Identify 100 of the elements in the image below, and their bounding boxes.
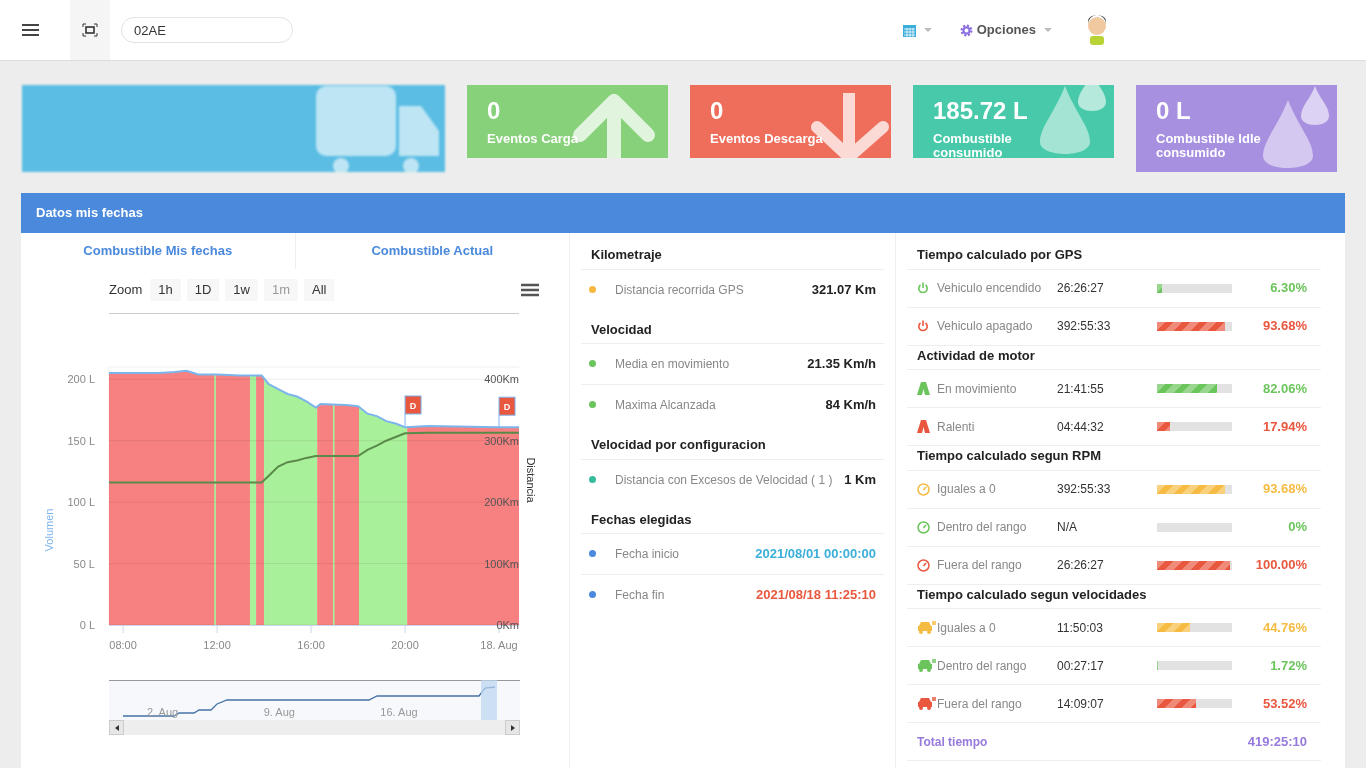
annotation: D — [409, 400, 417, 411]
menu-icon — [21, 24, 39, 36]
caret-right-icon — [510, 724, 515, 731]
tab[interactable]: Combustible Actual — [295, 233, 569, 269]
options-dropdown[interactable]: Opciones — [959, 20, 1052, 40]
y-axis-label: 200Km — [484, 496, 519, 509]
percent-value: 0% — [1287, 518, 1307, 537]
stat-label: Eventos Descarga — [710, 132, 824, 146]
percent-value: 93.68% — [1261, 317, 1307, 336]
percent-value: 6.30% — [1269, 279, 1307, 298]
zoom-label: Zoom — [109, 281, 143, 300]
y-axis-label: 100 L — [67, 496, 95, 509]
y-axis-label: 0Km — [496, 619, 519, 631]
stat-value: 2021/08/01 00:00:00 — [755, 545, 876, 563]
x-axis-label: 16:00 — [297, 639, 325, 651]
stat-label: Fecha inicio — [615, 546, 681, 563]
car-icon — [917, 659, 936, 672]
stat-label: Distancia con Excesos de Velocidad ( 1 ) — [615, 471, 834, 489]
time-value: 21:41:55 — [1057, 380, 1105, 398]
total-label: Total tiempo — [917, 733, 989, 751]
time-value: 392:55:33 — [1057, 318, 1112, 335]
road-icon — [917, 420, 930, 433]
stat-label: Combustible Idle consumido — [1156, 132, 1262, 160]
time-value: 04:44:32 — [1057, 418, 1105, 436]
time-label: Dentro del rango — [937, 519, 1028, 536]
navigator-label: 2. Aug — [147, 705, 180, 720]
y-axis-label: 0 L — [79, 619, 95, 631]
stat-value: 0 L — [1156, 99, 1191, 123]
stat-value: 1 Km — [844, 470, 876, 489]
scroll-right-button[interactable] — [505, 720, 520, 735]
percent-value: 100.00% — [1254, 556, 1307, 575]
car-icon — [917, 697, 936, 710]
section-title: Velocidad — [581, 319, 884, 344]
stat-label: Combustible consumido — [933, 132, 1013, 158]
percent-value: 1.72% — [1269, 656, 1307, 675]
gauge-icon — [917, 558, 930, 572]
y-axis-label: 100Km — [484, 557, 519, 570]
scrollbar[interactable] — [109, 720, 520, 735]
time-label: Ralenti — [937, 418, 976, 436]
stat-value: 0 — [710, 99, 724, 123]
stat-label: Eventos Carga — [487, 132, 580, 146]
time-label: Vehiculo apagado — [937, 318, 1034, 335]
x-axis-label: 12:00 — [203, 639, 231, 651]
stat-label: Maxima Alcanzada — [615, 397, 717, 414]
y-axis-label: 300Km — [484, 434, 519, 447]
time-value: 14:09:07 — [1057, 695, 1105, 713]
x-axis-label: 20:00 — [391, 639, 419, 651]
percent-value: 53.52% — [1261, 694, 1307, 713]
fullscreen-button[interactable] — [70, 0, 110, 60]
y-axis-label: 400Km — [484, 373, 519, 386]
y-axis-label: 150 L — [67, 434, 95, 447]
time-value: 26:26:27 — [1057, 280, 1105, 297]
time-value: 392:55:33 — [1057, 481, 1112, 498]
time-label: Fuera del rango — [937, 695, 1023, 713]
caret-icon — [923, 28, 932, 32]
section-title: Fechas elegidas — [581, 509, 884, 534]
section-title: Actividad de motor — [907, 345, 1321, 370]
zoom-button[interactable]: All — [304, 279, 335, 301]
time-value: 26:26:27 — [1057, 557, 1105, 574]
annotation: D — [503, 402, 511, 413]
menu-icon[interactable] — [521, 283, 539, 297]
gauge-icon — [917, 482, 930, 496]
car-icon — [917, 621, 936, 634]
stat-label: Media en movimiento — [615, 356, 731, 373]
y-axis-title: Volumen — [43, 508, 55, 552]
y-axis-label: 50 L — [73, 557, 95, 570]
stat-value: 2021/08/18 11:25:10 — [756, 586, 876, 604]
percent-value: 93.68% — [1261, 480, 1307, 499]
power-icon — [917, 282, 929, 294]
zoom-button[interactable]: 1D — [186, 279, 220, 301]
percent-value: 17.94% — [1261, 417, 1307, 436]
time-label: Iguales a 0 — [937, 619, 997, 637]
y-axis-title: Distancia — [525, 457, 537, 503]
time-label: Fuera del rango — [937, 557, 1023, 574]
x-axis-label: 18. Aug — [480, 639, 518, 651]
settings-icon — [959, 23, 973, 37]
navigator-label: 16. Aug — [380, 705, 419, 720]
navigator-label: 9. Aug — [263, 705, 296, 720]
section-title: Kilometraje — [581, 245, 884, 270]
stat-label: Distancia recorrida GPS — [615, 281, 745, 299]
x-axis-label: 08:00 — [109, 639, 137, 651]
caret-left-icon — [114, 724, 119, 731]
fullscreen-icon — [82, 23, 98, 37]
power-icon — [917, 320, 929, 332]
section-title: Velocidad por configuracion — [581, 435, 884, 460]
gauge-icon — [917, 520, 930, 534]
zoom-button[interactable]: 1h — [150, 279, 181, 301]
time-value: 11:50:03 — [1057, 619, 1104, 637]
y-axis-label: 200 L — [67, 373, 95, 386]
time-label: Iguales a 0 — [937, 481, 997, 498]
time-label: Vehiculo encendido — [937, 280, 1043, 297]
zoom-button[interactable]: 1w — [225, 279, 258, 301]
total-value: 419:25:10 — [1247, 732, 1307, 751]
stat-value: 321.07 Km — [811, 280, 876, 299]
tab[interactable]: Combustible Mis fechas — [21, 233, 296, 269]
search-field[interactable]: 02AE — [121, 17, 293, 43]
percent-value: 82.06% — [1261, 379, 1307, 398]
caret-icon — [1044, 28, 1052, 32]
time-value: N/A — [1057, 519, 1078, 536]
scroll-left-button[interactable] — [109, 720, 124, 735]
